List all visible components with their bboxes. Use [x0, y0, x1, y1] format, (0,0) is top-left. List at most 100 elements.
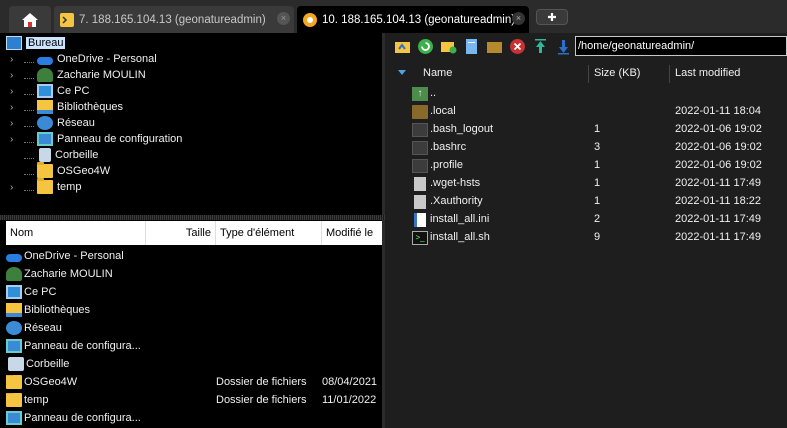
file-size: 9 [594, 231, 601, 243]
refresh-icon[interactable] [417, 38, 434, 55]
column-header-name[interactable]: Nom [6, 221, 146, 245]
recycle-bin-icon [8, 357, 24, 371]
column-header-size[interactable]: Size (KB) [594, 67, 640, 79]
pane-splitter[interactable] [0, 215, 385, 220]
remote-file-row[interactable]: ↑ .. [388, 85, 787, 103]
chevron-right-icon[interactable]: › [10, 54, 20, 65]
new-folder-icon[interactable] [440, 38, 457, 55]
shell-script-icon: >_ [412, 231, 428, 245]
file-size: 1 [594, 195, 601, 207]
delete-icon[interactable] [509, 38, 526, 55]
plus-icon: ✚ [547, 11, 557, 24]
remote-file-row[interactable]: .bash_logout 1 2022-01-06 19:02 [388, 121, 787, 139]
chevron-right-icon[interactable]: › [10, 182, 20, 193]
remote-file-row[interactable]: .Xauthority 1 2022-01-11 18:22 [388, 193, 787, 211]
tree-connector [24, 55, 34, 63]
tree-item-label: Zacharie MOULIN [57, 69, 146, 81]
upload-icon[interactable] [532, 38, 549, 55]
item-name: Réseau [24, 322, 62, 334]
column-header-name[interactable]: Name [423, 67, 452, 79]
tree-item-temp[interactable]: › temp [10, 178, 82, 195]
file-size: 2 [594, 213, 601, 225]
home-tab[interactable] [9, 6, 51, 33]
new-tab-button[interactable]: ✚ [536, 9, 568, 25]
list-item[interactable]: Zacharie MOULIN [6, 265, 382, 283]
file-name: .local [430, 105, 456, 117]
remote-file-row[interactable]: .profile 1 2022-01-06 19:02 [388, 157, 787, 175]
tree-item-label: temp [57, 181, 82, 193]
list-item[interactable]: Panneau de configura... [6, 337, 382, 355]
tree-item-corbeille[interactable]: Corbeille [10, 147, 98, 163]
recycle-bin-icon [39, 148, 51, 162]
folder-icon[interactable] [486, 38, 503, 55]
item-name: OneDrive - Personal [24, 250, 124, 262]
list-item[interactable]: temp Dossier de fichiers 11/01/2022 [6, 391, 382, 409]
remote-file-row[interactable]: install_all.ini 2 2022-01-11 17:49 [388, 211, 787, 229]
home-icon [22, 12, 38, 27]
chevron-right-icon[interactable]: › [10, 86, 20, 97]
folder-icon [37, 162, 53, 178]
libraries-icon [37, 100, 53, 114]
column-separator[interactable] [669, 65, 670, 83]
file-date: 2022-01-06 19:02 [675, 123, 762, 135]
tree-item-label: OSGeo4W [57, 165, 111, 177]
user-icon [6, 267, 22, 281]
parent-directory-icon[interactable] [394, 38, 411, 55]
chevron-right-icon[interactable]: › [10, 70, 20, 81]
local-list-header: Nom Taille Type d'élément Modifié le [6, 221, 382, 245]
remote-pane: Name Size (KB) Last modified ↑ .. .local… [388, 33, 787, 428]
column-header-modified[interactable]: Modifié le [322, 221, 382, 245]
chevron-right-icon[interactable]: › [10, 118, 20, 129]
list-item[interactable]: Bibliothèques [6, 301, 382, 319]
list-item[interactable]: Panneau de configura... [6, 409, 382, 427]
chevron-right-icon[interactable]: › [10, 134, 20, 145]
remote-file-row[interactable]: .local 2022-01-11 18:04 [388, 103, 787, 121]
tree-item-osgeo4w[interactable]: OSGeo4W [10, 162, 111, 179]
item-name: Bibliothèques [24, 304, 91, 316]
new-file-icon[interactable] [463, 38, 480, 55]
file-size: 1 [594, 159, 601, 171]
sort-descending-icon[interactable] [398, 70, 406, 75]
remote-list-header: Name Size (KB) Last modified [388, 61, 787, 85]
tree-item-label: Corbeille [55, 149, 99, 161]
session-tab-7[interactable]: 7. 188.165.104.13 (geonatureadmin) × [54, 6, 294, 33]
libraries-icon [6, 303, 22, 317]
download-icon[interactable] [555, 38, 572, 55]
tree-item-bibliotheques[interactable]: › Bibliothèques [10, 99, 123, 115]
item-name: Panneau de configura... [24, 412, 141, 424]
file-name: .bash_logout [430, 123, 493, 135]
chevron-right-icon[interactable]: › [10, 102, 20, 113]
column-header-size[interactable]: Taille [146, 221, 216, 245]
ini-file-icon [414, 213, 426, 227]
remote-path-input[interactable] [575, 36, 787, 56]
column-header-last-modified[interactable]: Last modified [675, 67, 740, 79]
computer-icon [37, 84, 53, 98]
remote-file-row[interactable]: .bashrc 3 2022-01-06 19:02 [388, 139, 787, 157]
close-tab-icon[interactable]: × [512, 12, 525, 25]
cloud-icon [37, 56, 53, 65]
column-separator[interactable] [588, 65, 589, 83]
tree-item-ce-pc[interactable]: › Ce PC [10, 83, 89, 99]
file-icon [412, 141, 428, 155]
column-header-type[interactable]: Type d'élément [216, 221, 322, 245]
folder-tree: Bureau › OneDrive - Personal › Zacharie … [6, 35, 382, 215]
tree-item-user[interactable]: › Zacharie MOULIN [10, 67, 146, 83]
network-icon [37, 116, 53, 130]
item-name: OSGeo4W [24, 376, 78, 388]
computer-icon [6, 285, 22, 299]
list-item[interactable]: Réseau [6, 319, 382, 337]
remote-file-row[interactable]: .wget-hsts 1 2022-01-11 17:49 [388, 175, 787, 193]
tree-item-bureau[interactable]: Bureau [6, 35, 66, 51]
close-tab-icon[interactable]: × [277, 12, 290, 25]
remote-file-row[interactable]: >_ install_all.sh 9 2022-01-11 17:49 [388, 229, 787, 247]
session-tab-10[interactable]: 10. 188.165.104.13 (geonatureadmin) × [297, 6, 529, 33]
control-panel-icon [6, 339, 22, 353]
list-item[interactable]: OSGeo4W Dossier de fichiers 08/04/2021 [6, 373, 382, 391]
tree-item-reseau[interactable]: › Réseau [10, 115, 95, 131]
list-item[interactable]: OneDrive - Personal [6, 247, 382, 265]
list-item[interactable]: Corbeille [6, 355, 382, 373]
tree-item-onedrive[interactable]: › OneDrive - Personal [10, 51, 157, 67]
list-item[interactable]: Ce PC [6, 283, 382, 301]
tree-connector [24, 103, 34, 111]
tree-item-panneau[interactable]: › Panneau de configuration [10, 131, 182, 147]
